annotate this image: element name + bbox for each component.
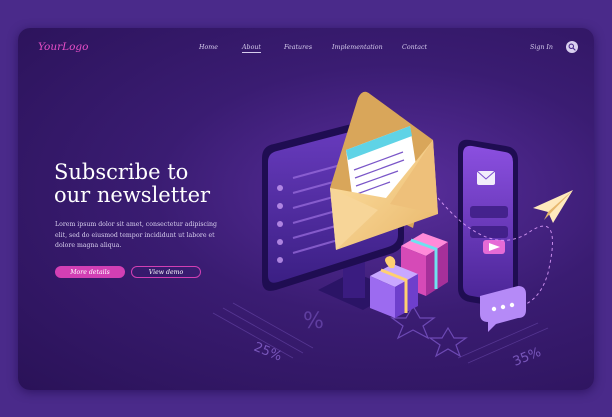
discount-label-left: 25% <box>252 340 284 365</box>
newsletter-illustration: 25% 35% % <box>212 91 573 370</box>
landing-page-frame: YourLogo Home About Features Implementat… <box>18 28 594 390</box>
percent-sign: % <box>303 309 324 334</box>
discount-label-right: 35% <box>511 345 543 370</box>
phone-icon <box>458 139 518 309</box>
envelope-icon <box>330 91 438 250</box>
paper-plane-icon <box>533 190 573 223</box>
